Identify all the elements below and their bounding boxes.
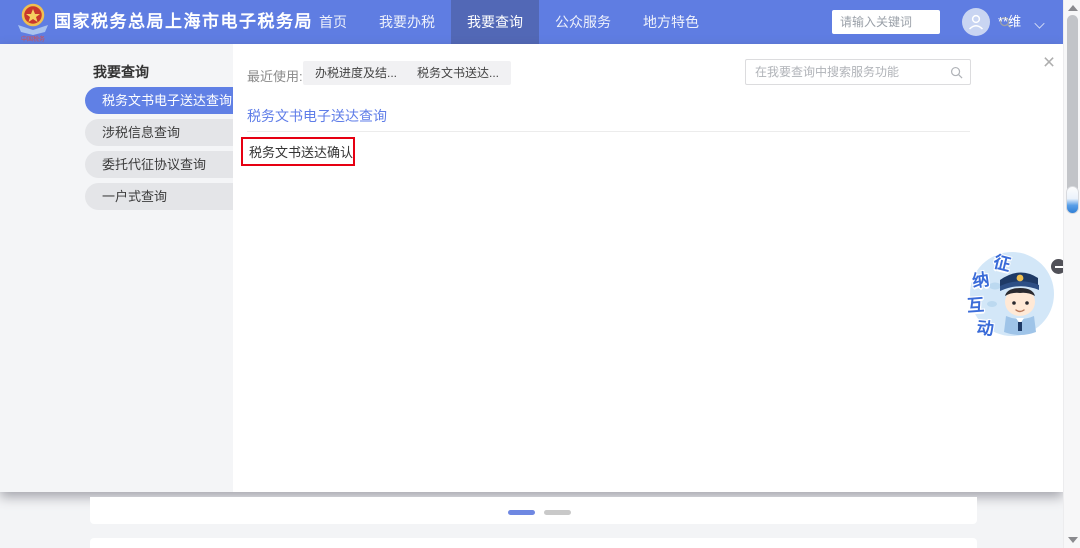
main-nav: 首页 我要办税 我要查询 公众服务 地方特色 (303, 0, 715, 44)
recent-used-label: 最近使用: (247, 66, 303, 85)
section-divider (247, 131, 970, 132)
vertical-scrollbar[interactable] (1063, 0, 1080, 548)
page: 中国税务 国家税务总局上海市电子税务局 首页 我要办税 我要查询 公众服务 地方… (0, 0, 1080, 548)
svg-text:中国税务: 中国税务 (21, 35, 45, 42)
section-link-edelivery-query[interactable]: 税务文书电子送达查询 (247, 106, 387, 126)
background-card-bottom (90, 538, 977, 548)
carousel-dot-active[interactable] (508, 510, 535, 515)
username-label[interactable]: **维 (998, 0, 1021, 44)
recent-item-document-delivery-button[interactable]: 税务文书送达... (405, 61, 511, 85)
highlight-annotation-box: 税务文书送达确认 (241, 137, 355, 166)
sidebar-item-document-edelivery-query[interactable]: 税务文书电子送达查询 (85, 87, 233, 114)
header-search-box (832, 10, 940, 34)
nav-local-features[interactable]: 地方特色 (627, 0, 715, 44)
scroll-up-icon[interactable] (1068, 5, 1078, 11)
scroll-down-icon[interactable] (1068, 537, 1078, 543)
chevron-down-icon[interactable] (1034, 18, 1044, 28)
user-avatar[interactable] (962, 8, 990, 36)
sidebar-item-one-stop-query[interactable]: 一户式查询 (85, 183, 233, 210)
nav-public-service[interactable]: 公众服务 (539, 0, 627, 44)
nav-query[interactable]: 我要查询 (451, 0, 539, 44)
search-icon[interactable] (950, 66, 963, 79)
sidebar-title: 我要查询 (93, 62, 149, 82)
carousel-dot-inactive[interactable] (544, 510, 571, 515)
panel-search-input[interactable] (746, 65, 950, 79)
close-icon[interactable]: × (1038, 52, 1060, 74)
recent-item-tax-progress-button[interactable]: 办税进度及结... (303, 61, 409, 85)
mascot-char: 纳 (970, 265, 990, 292)
query-panel: 我要查询 税务文书电子送达查询 涉税信息查询 委托代征协议查询 一户式查询 最近… (0, 44, 1063, 492)
top-header: 中国税务 国家税务总局上海市电子税务局 首页 我要办税 我要查询 公众服务 地方… (0, 0, 1063, 44)
user-icon (967, 13, 985, 31)
mascot-char: 动 (976, 313, 996, 340)
tax-emblem-logo: 中国税务 (15, 3, 51, 42)
sidebar-item-entrusted-collection-query[interactable]: 委托代征协议查询 (85, 151, 233, 178)
link-document-delivery-confirm[interactable]: 税务文书送达确认 (243, 142, 353, 161)
site-title: 国家税务总局上海市电子税务局 (54, 0, 313, 44)
mascot-interaction-widget[interactable]: 征 纳 互 动 (962, 248, 1056, 340)
scrollbar-widget[interactable] (1066, 186, 1079, 214)
panel-main: 最近使用: 办税进度及结... 税务文书送达... × 税务文书电子送达查询 税… (233, 44, 1063, 492)
nav-do-tax[interactable]: 我要办税 (363, 0, 451, 44)
sidebar-item-tax-info-query[interactable]: 涉税信息查询 (85, 119, 233, 146)
nav-home[interactable]: 首页 (303, 0, 363, 44)
scrollbar-thumb[interactable] (1067, 15, 1078, 212)
panel-sidebar: 我要查询 税务文书电子送达查询 涉税信息查询 委托代征协议查询 一户式查询 (0, 44, 233, 492)
panel-search-box (745, 59, 971, 85)
